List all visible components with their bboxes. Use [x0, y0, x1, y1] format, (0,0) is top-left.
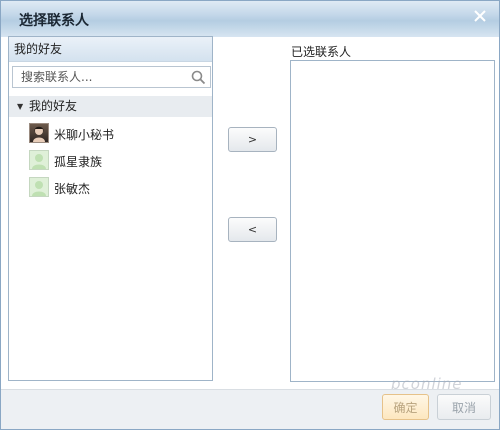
friends-panel: 我的好友 ▼ 我的好友 米聊小秘书 孤星隶族 张敏 — [8, 36, 213, 381]
contact-name: 孤星隶族 — [54, 155, 103, 169]
ok-button[interactable]: 确定 — [382, 394, 429, 420]
selected-contacts-label: 已选联系人 — [291, 45, 352, 59]
contact-item[interactable]: 张敏杰 — [29, 177, 209, 199]
close-icon[interactable] — [471, 7, 489, 25]
remove-contact-button[interactable]: < — [228, 217, 277, 242]
friend-group-header[interactable]: ▼ 我的好友 — [9, 96, 212, 117]
default-avatar — [29, 177, 49, 197]
default-avatar — [29, 150, 49, 170]
friends-panel-header: 我的好友 — [9, 37, 212, 62]
add-contact-button[interactable]: > — [228, 127, 277, 152]
contact-name: 米聊小秘书 — [54, 128, 115, 142]
dialog-title: 选择联系人 — [19, 13, 89, 29]
search-input[interactable] — [13, 67, 191, 87]
cancel-button[interactable]: 取消 — [437, 394, 491, 420]
search-icon[interactable] — [191, 70, 206, 88]
dialog-footer: 确定 取消 — [1, 389, 499, 429]
selected-contacts-list[interactable] — [290, 60, 495, 382]
photo-avatar — [29, 123, 49, 143]
title-bar: 选择联系人 — [1, 1, 499, 37]
search-box[interactable] — [12, 66, 211, 88]
contact-item[interactable]: 孤星隶族 — [29, 150, 209, 172]
triangle-down-icon[interactable]: ▼ — [17, 96, 23, 117]
contact-item[interactable]: 米聊小秘书 — [29, 123, 209, 145]
contact-name: 张敏杰 — [54, 182, 91, 196]
select-contacts-dialog: 选择联系人 我的好友 ▼ 我的好友 米聊小秘书 孤星隶族 — [0, 0, 500, 430]
friend-group-label: 我的好友 — [29, 99, 78, 113]
